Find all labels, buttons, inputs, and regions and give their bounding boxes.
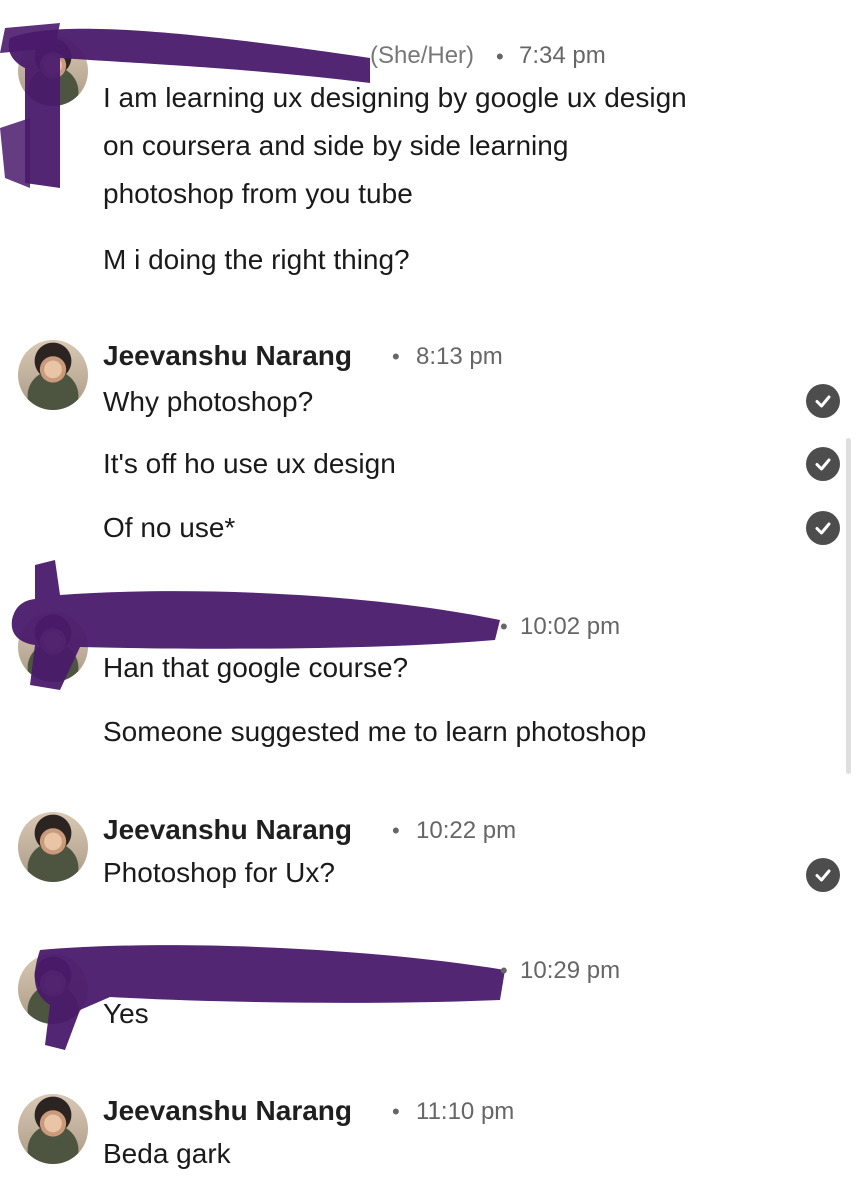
separator: • xyxy=(392,1099,400,1124)
sender-name[interactable]: Jeevanshu Narang xyxy=(103,814,352,846)
message-text: M i doing the right thing? xyxy=(103,244,410,275)
message-text: I am learning ux designing by google ux … xyxy=(103,82,687,113)
separator: • xyxy=(392,818,400,843)
check-circle-icon xyxy=(806,447,840,481)
scrollbar[interactable] xyxy=(846,438,851,774)
message-text: Someone suggested me to learn photoshop xyxy=(103,716,647,747)
check-circle-icon xyxy=(806,511,840,545)
check-circle-icon xyxy=(806,384,840,418)
redaction-scribble xyxy=(34,945,505,1050)
timestamp: 10:22 pm xyxy=(416,817,517,844)
avatar[interactable] xyxy=(18,812,88,882)
avatar[interactable] xyxy=(18,1094,88,1164)
message-text: Photoshop for Ux? xyxy=(103,857,335,888)
separator: • xyxy=(392,344,400,369)
check-circle-icon xyxy=(806,858,840,892)
message-text: It's off ho use ux design xyxy=(103,448,396,479)
timestamp: 10:29 pm xyxy=(520,957,621,984)
timestamp: 10:02 pm xyxy=(520,613,621,640)
separator: • xyxy=(500,614,508,639)
message-text: on coursera and side by side learning xyxy=(103,130,569,161)
timestamp: 8:13 pm xyxy=(416,343,503,370)
message-text: Beda gark xyxy=(103,1138,231,1169)
separator: • xyxy=(500,958,508,983)
message-text: Yes xyxy=(103,998,149,1029)
timestamp: 11:10 pm xyxy=(416,1098,515,1125)
message-text: Han that google course? xyxy=(103,652,409,683)
sender-name[interactable]: Jeevanshu Narang xyxy=(103,1095,352,1127)
sender-pronouns: (She/Her) xyxy=(370,42,475,69)
message-text: photoshop from you tube xyxy=(103,178,413,209)
message-text: Why photoshop? xyxy=(103,386,314,417)
sender-name[interactable]: Jeevanshu Narang xyxy=(103,340,352,372)
separator: • xyxy=(496,44,504,69)
message-text: Of no use* xyxy=(103,512,236,543)
avatar[interactable] xyxy=(18,340,88,410)
timestamp: 7:34 pm xyxy=(519,42,606,69)
